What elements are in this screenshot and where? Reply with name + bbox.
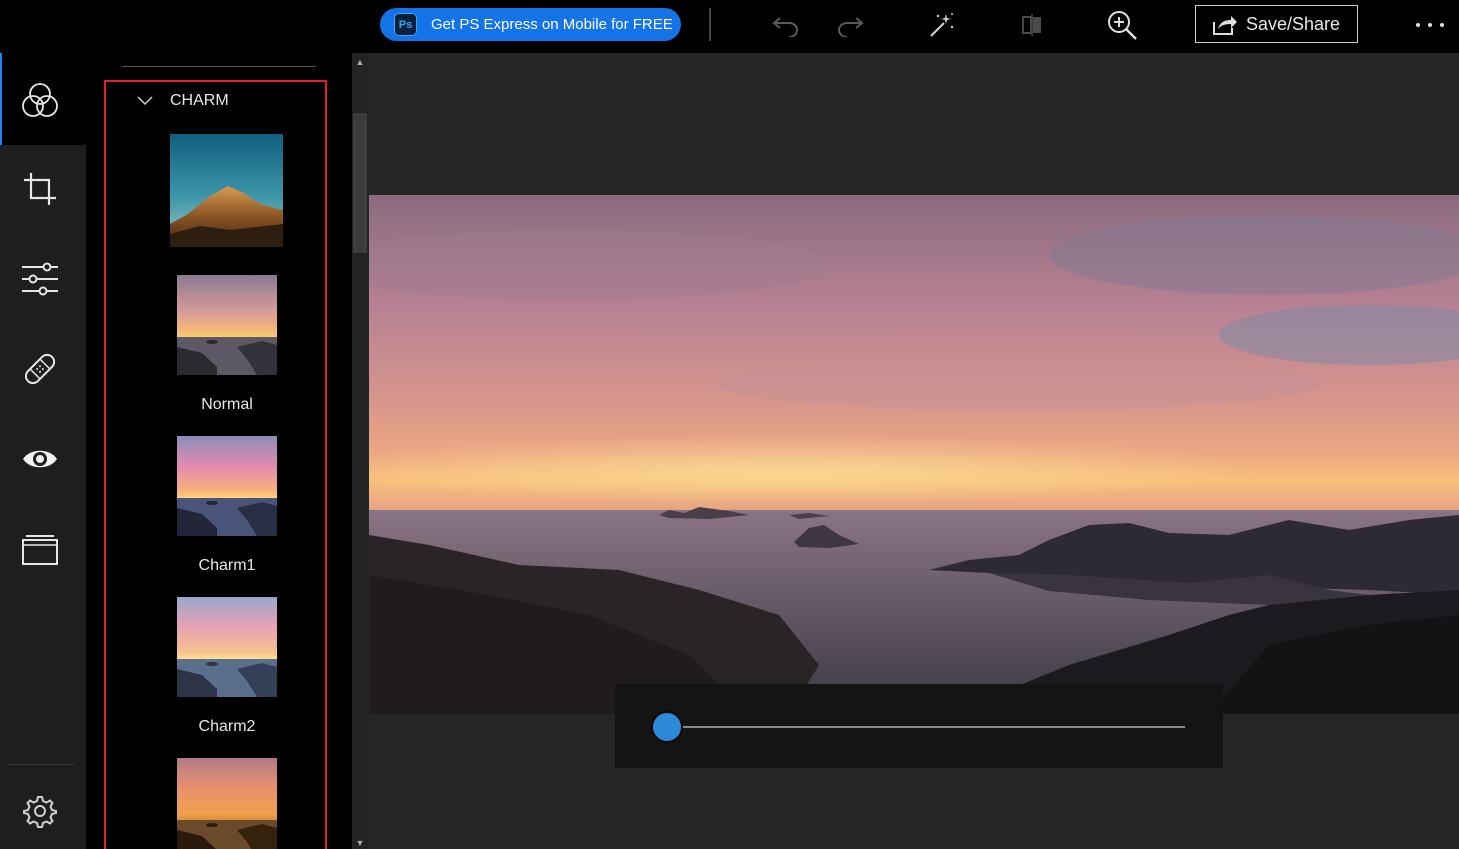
filter-charm1[interactable]: Charm1 xyxy=(177,436,277,581)
healing-icon xyxy=(24,353,56,385)
filter-intensity-panel xyxy=(615,684,1223,768)
panel-divider xyxy=(122,66,316,67)
filter-preview-image xyxy=(177,436,277,536)
section-title: CHARM xyxy=(170,92,229,109)
filter-label: Normal xyxy=(201,396,253,413)
save-share-button[interactable]: Save/Share xyxy=(1195,5,1358,43)
scroll-down-arrow-icon[interactable]: ▼ xyxy=(352,837,368,849)
promo-label: Get PS Express on Mobile for FREE xyxy=(431,16,673,33)
adjustments-tool-button[interactable] xyxy=(18,257,62,301)
panel-scrollbar[interactable]: ▲ ▼ xyxy=(352,53,368,849)
undo-icon xyxy=(772,17,798,37)
filter-preview-image xyxy=(177,597,277,697)
intensity-slider-handle[interactable] xyxy=(651,711,683,743)
scrollbar-thumb[interactable] xyxy=(353,113,367,253)
compare-icon xyxy=(1022,14,1041,36)
filter-charm3[interactable] xyxy=(177,758,277,849)
charm-category-thumbnail[interactable] xyxy=(170,134,283,247)
charm-section-header[interactable]: CHARM xyxy=(136,89,229,113)
borders-icon xyxy=(22,535,58,565)
compare-button[interactable] xyxy=(1014,8,1050,42)
auto-enhance-button[interactable] xyxy=(923,8,959,42)
filter-charm2[interactable]: Charm2 xyxy=(177,597,277,742)
tool-rail xyxy=(0,53,86,849)
toolbar-divider xyxy=(709,8,711,41)
filters-icon xyxy=(22,83,58,117)
filter-normal[interactable]: Normal xyxy=(177,275,277,420)
filter-preview-image xyxy=(177,275,277,375)
filter-preview-image xyxy=(177,758,277,849)
redo-button[interactable] xyxy=(832,8,868,42)
crop-tool-button[interactable] xyxy=(18,167,62,211)
filter-label: Charm2 xyxy=(198,718,256,735)
save-share-label: Save/Share xyxy=(1246,14,1341,34)
filter-label: Charm1 xyxy=(198,557,256,574)
share-icon xyxy=(1212,14,1238,41)
rail-separator xyxy=(8,764,74,765)
undo-button[interactable] xyxy=(768,8,804,42)
filters-tool-button[interactable] xyxy=(18,79,62,123)
image-canvas xyxy=(368,53,1459,849)
red-eye-icon xyxy=(23,450,57,468)
intensity-slider-track[interactable] xyxy=(667,726,1185,728)
ps-express-logo-icon: Ps xyxy=(394,13,417,36)
more-options-button[interactable] xyxy=(1410,8,1450,42)
app-window: Ps Get PS Express on Mobile for FREE Sav… xyxy=(0,0,1459,849)
crop-icon xyxy=(24,173,56,205)
zoom-in-icon xyxy=(1108,11,1137,40)
scroll-up-arrow-icon[interactable]: ▲ xyxy=(352,55,368,69)
zoom-in-button[interactable] xyxy=(1104,8,1140,42)
top-toolbar: Ps Get PS Express on Mobile for FREE Sav… xyxy=(0,0,1459,53)
filters-panel: CHARM Normal Charm1 Charm2 xyxy=(86,53,352,849)
borders-tool-button[interactable] xyxy=(18,527,62,571)
magic-wand-icon xyxy=(930,13,954,37)
redo-icon xyxy=(838,17,864,37)
settings-icon xyxy=(23,796,57,828)
chevron-down-icon xyxy=(137,96,153,106)
adjustments-icon xyxy=(22,262,58,296)
settings-button[interactable] xyxy=(18,789,62,833)
more-icon xyxy=(1416,23,1444,27)
mountain-thumbnail-image xyxy=(170,134,283,247)
get-ps-express-button[interactable]: Ps Get PS Express on Mobile for FREE xyxy=(380,8,681,41)
edited-photo xyxy=(369,195,1459,714)
healing-tool-button[interactable] xyxy=(18,347,62,391)
red-eye-tool-button[interactable] xyxy=(18,437,62,481)
